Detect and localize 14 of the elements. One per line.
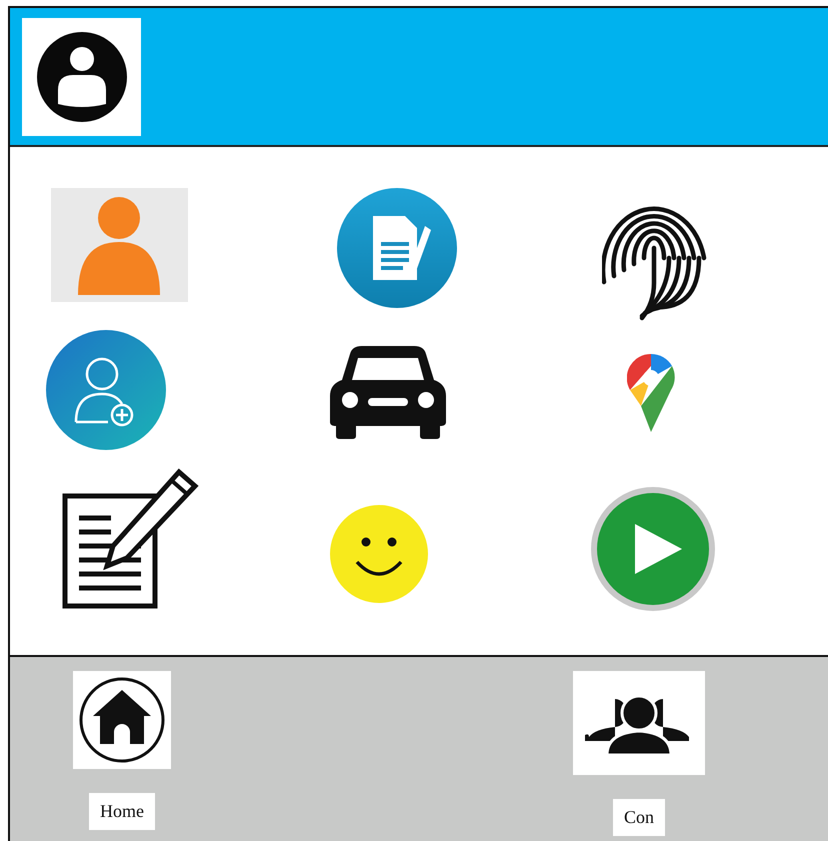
notes-pencil-icon[interactable] xyxy=(61,466,201,611)
profile-button[interactable] xyxy=(22,18,141,136)
map-pin-icon[interactable] xyxy=(627,354,675,432)
nav-label[interactable]: Home xyxy=(89,793,155,830)
play-button-icon[interactable] xyxy=(590,486,716,612)
home-button[interactable] xyxy=(73,671,171,769)
car-icon[interactable] xyxy=(328,344,448,439)
nav-label[interactable]: Con xyxy=(612,799,665,836)
user-avatar-icon xyxy=(36,32,126,122)
document-pen-icon[interactable] xyxy=(337,188,457,308)
smiley-icon[interactable] xyxy=(329,504,429,604)
home-icon xyxy=(78,676,166,764)
contacts-button[interactable] xyxy=(573,671,705,775)
add-user-icon[interactable] xyxy=(46,330,166,450)
